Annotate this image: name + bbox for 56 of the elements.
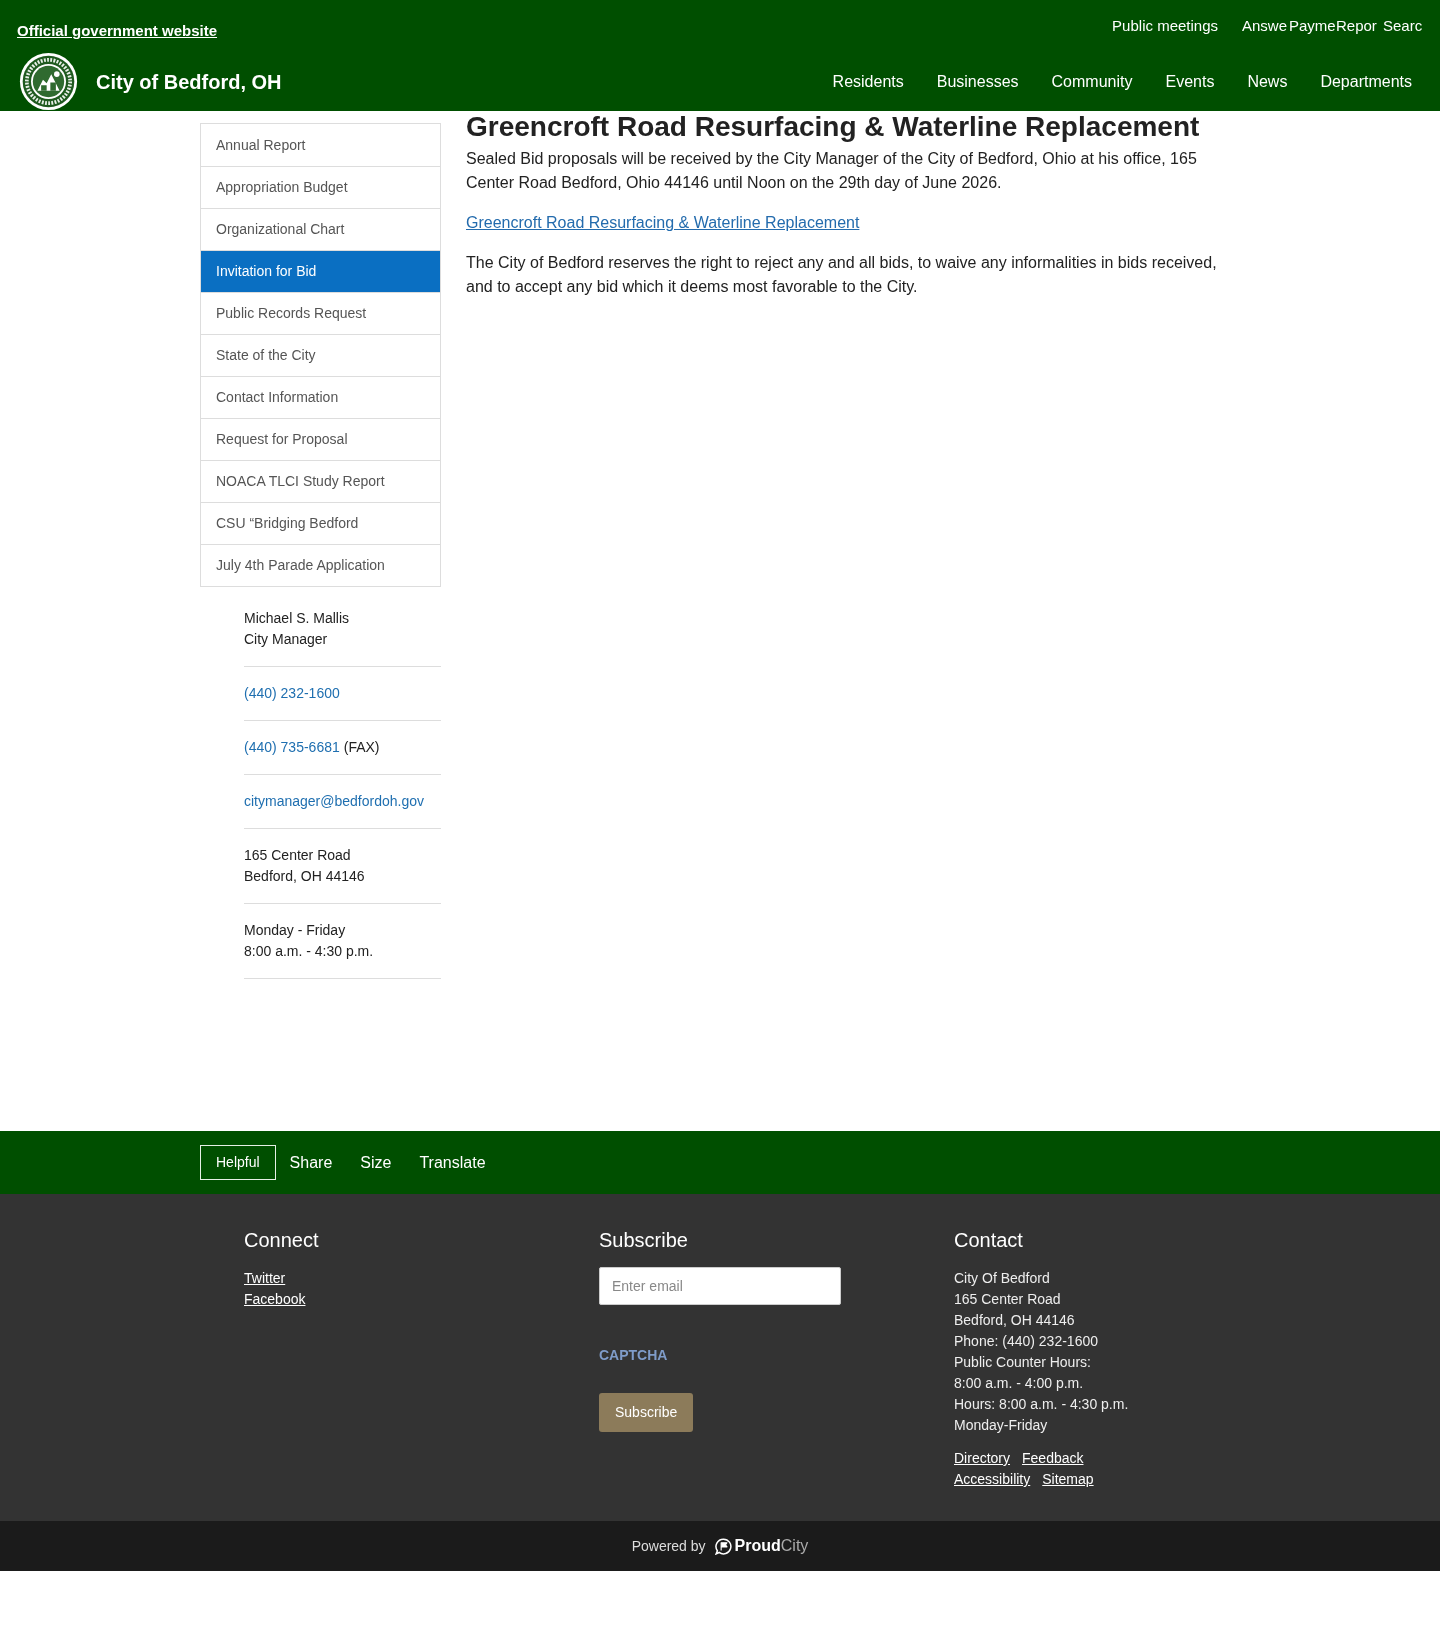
contact-line: City Of Bedford: [954, 1269, 1050, 1288]
page-title: Greencroft Road Resurfacing & Waterline Replacement: [466, 112, 1201, 142]
footer-heading: Connect: [244, 1228, 319, 1252]
contact-detail: City Manager: [244, 630, 328, 649]
contact-detail: Michael S. Mallis: [244, 609, 350, 628]
footer-link[interactable]: Accessibility: [954, 1469, 1031, 1490]
phone-link[interactable]: (440) 735-6681: [244, 737, 340, 758]
toolbar-button[interactable]: Share: [275, 1145, 347, 1180]
social-link[interactable]: Facebook: [244, 1289, 306, 1310]
contact-detail: 165 Center Road: [244, 846, 351, 865]
official-website-link[interactable]: Official government website: [17, 21, 218, 41]
footer-link[interactable]: Sitemap: [1042, 1469, 1094, 1490]
contact-line: Monday-Friday: [954, 1416, 1048, 1435]
social-link[interactable]: Twitter: [244, 1268, 286, 1289]
body-paragraph: The City of Bedford reserves the right to reject any and all bids, to waive any informalities in bids received, and to accept any bid which it deems most favorable to the City.: [466, 253, 1218, 297]
utility-link[interactable]: Public meetings: [1112, 16, 1218, 36]
footer-link[interactable]: Directory: [954, 1448, 1010, 1469]
main-nav-link[interactable]: Community: [1051, 70, 1133, 93]
phone-link[interactable]: (440) 232-1600: [244, 683, 340, 704]
subscribe-button[interactable]: Subscribe: [599, 1393, 694, 1432]
main-nav-link[interactable]: News: [1247, 70, 1288, 93]
toolbar-button[interactable]: Translate: [405, 1145, 500, 1180]
flag-bubble-icon: [714, 1537, 732, 1555]
toolbar-button[interactable]: Helpful: [200, 1145, 276, 1180]
brand-logo-text[interactable]: ProudCity: [734, 1534, 809, 1558]
contact-detail: Bedford, OH 44146: [244, 867, 365, 886]
contact-line: Public Counter Hours:: [954, 1353, 1091, 1372]
email-field[interactable]: Enter email: [599, 1267, 841, 1305]
footer-heading: Contact: [954, 1228, 1023, 1252]
captcha-label: CAPTCHA: [599, 1346, 668, 1364]
toolbar-button[interactable]: Size: [346, 1145, 406, 1180]
main-nav-link[interactable]: Departments: [1320, 70, 1412, 93]
main-nav-link[interactable]: Events: [1165, 70, 1215, 93]
fax-label: (FAX): [343, 738, 380, 757]
email-link[interactable]: citymanager@bedfordoh.gov: [244, 793, 424, 809]
document-link[interactable]: Greencroft Road Resurfacing & Waterline Replacement: [466, 214, 860, 231]
powered-by-label: Powered by: [631, 1536, 706, 1556]
contact-detail: 8:00 a.m. - 4:30 p.m.: [244, 942, 374, 961]
utility-link[interactable]: Searc: [1383, 16, 1430, 36]
main-nav-link[interactable]: Residents: [832, 70, 904, 93]
utility-link[interactable]: Answe: [1242, 16, 1289, 36]
contact-detail: Monday - Friday: [244, 921, 346, 940]
contact-line: Bedford, OH 44146: [954, 1311, 1075, 1330]
main-nav-link[interactable]: Businesses: [936, 70, 1019, 93]
footer-heading: Subscribe: [599, 1228, 688, 1252]
contact-line: Phone: (440) 232-1600: [954, 1332, 1098, 1351]
sidebar-item[interactable]: Invitation for Bid: [201, 250, 440, 292]
contact-line: 8:00 a.m. - 4:00 p.m.: [954, 1374, 1084, 1393]
contact-line: Hours: 8:00 a.m. - 4:30 p.m.: [954, 1395, 1129, 1414]
utility-link[interactable]: Payme: [1289, 16, 1336, 36]
body-paragraph: Sealed Bid proposals will be received by the City Manager of the City of Bedford, Ohio at his office, 165 Center Road Bedford, Ohio 44146 until Noon on the 29th day of June 2026.: [466, 149, 1198, 193]
contact-line: 165 Center Road: [954, 1290, 1061, 1309]
utility-link[interactable]: Repor: [1336, 16, 1383, 36]
city-seal-logo[interactable]: [17, 52, 80, 111]
site-title[interactable]: City of Bedford, OH: [96, 69, 282, 94]
footer-link[interactable]: Feedback: [1022, 1448, 1084, 1469]
